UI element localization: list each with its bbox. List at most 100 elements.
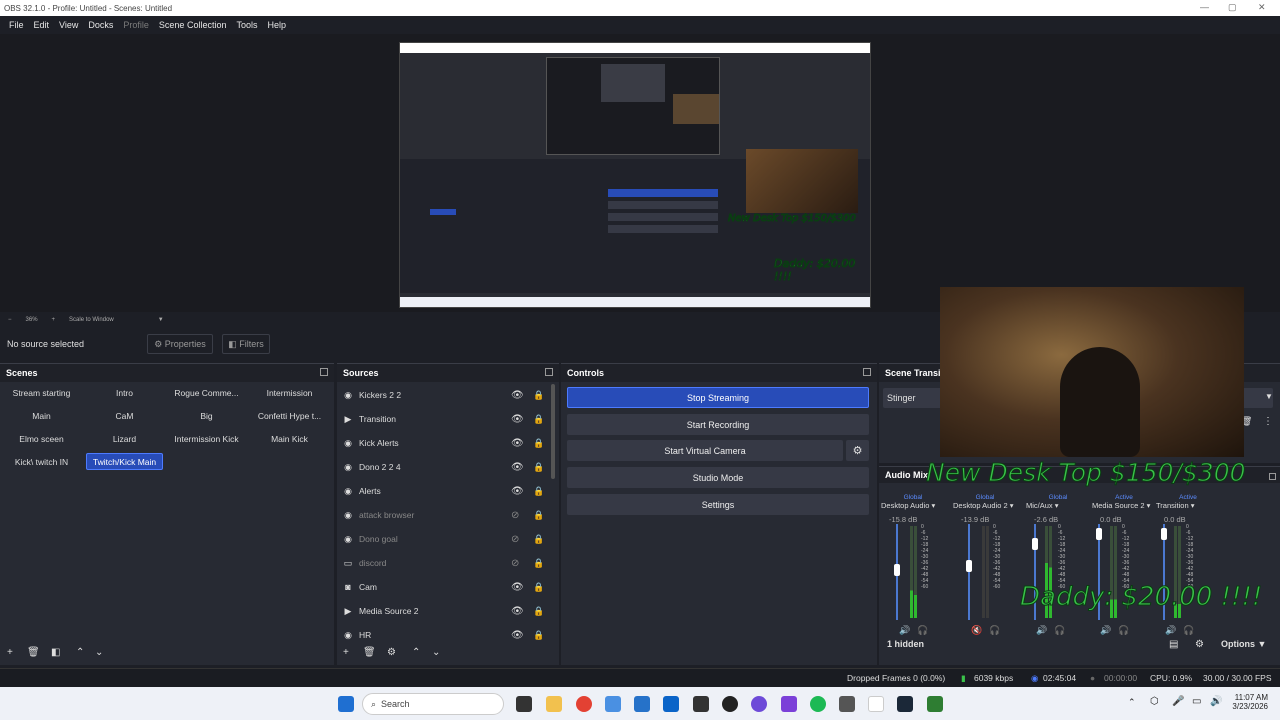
scene-item[interactable]: Intermission (251, 384, 328, 401)
trash-icon[interactable]: 🗑 (27, 647, 40, 658)
taskbar-search[interactable]: ⌕ Search (362, 693, 504, 715)
eye-icon[interactable]: 👁 (511, 414, 524, 425)
app-icon[interactable] (722, 696, 738, 712)
headphones-icon[interactable]: 🎧 (1183, 625, 1194, 636)
lock-icon[interactable]: 🔒 (533, 558, 544, 569)
eye-icon[interactable]: 👁 (511, 486, 524, 497)
obs-icon[interactable] (693, 696, 709, 712)
move-down-icon[interactable]: ⌄ (95, 647, 103, 658)
filters-button[interactable]: ◧ Filters (222, 334, 270, 354)
scene-item[interactable]: Intermission Kick (168, 430, 245, 447)
tray-icon[interactable]: ⬡ (1150, 696, 1159, 707)
studio-mode-button[interactable]: Studio Mode (567, 467, 869, 488)
scene-item[interactable]: Confetti Hype t... (251, 407, 328, 424)
mixer-options-button[interactable]: Options ▼ (1221, 639, 1266, 649)
program-preview[interactable]: New Desk Top $150/$300 Daddy: $20.00 !!!… (399, 42, 871, 308)
volume-icon[interactable]: 🔊 (1210, 696, 1222, 707)
menu-tools[interactable]: Tools (231, 20, 262, 30)
eye-icon[interactable]: 👁 (511, 462, 524, 473)
eye-icon[interactable]: 👁 (511, 630, 524, 641)
chevron-up-icon[interactable]: ⌃ (1128, 697, 1136, 708)
display-icon[interactable]: ▭ (1192, 696, 1201, 707)
add-icon[interactable]: + (343, 647, 349, 658)
source-item[interactable]: ◉ Kick Alerts 👁 🔒 (341, 432, 551, 454)
app-icon[interactable] (927, 696, 943, 712)
eye-hidden-icon[interactable]: ⊘ (511, 558, 519, 569)
more-options-icon[interactable]: ⋮ (1263, 416, 1273, 427)
eye-hidden-icon[interactable]: ⊘ (511, 510, 519, 521)
app-icon[interactable] (751, 696, 767, 712)
menu-edit[interactable]: Edit (29, 20, 55, 30)
undock-icon[interactable] (320, 368, 328, 376)
move-down-icon[interactable]: ⌄ (432, 647, 440, 658)
lock-icon[interactable]: 🔒 (533, 630, 544, 641)
scene-item[interactable]: Big (168, 407, 245, 424)
headphones-icon[interactable]: 🎧 (1054, 625, 1065, 636)
microphone-icon[interactable]: 🎤 (1172, 696, 1184, 707)
sources-scrollbar[interactable] (551, 384, 555, 479)
eye-icon[interactable]: 👁 (511, 582, 524, 593)
menu-file[interactable]: File (4, 20, 29, 30)
lock-icon[interactable]: 🔒 (533, 606, 544, 617)
chrome-icon[interactable] (576, 696, 592, 712)
fader-knob[interactable] (966, 560, 972, 572)
source-item[interactable]: ◉ Kickers 2 2 👁 🔒 (341, 384, 551, 406)
trash-icon[interactable]: 🗑 (363, 647, 376, 658)
start-recording-button[interactable]: Start Recording (567, 414, 869, 435)
lock-icon[interactable]: 🔒 (533, 486, 544, 497)
minimize-icon[interactable]: — (1200, 2, 1209, 12)
properties-button[interactable]: ⚙ Properties (147, 334, 213, 354)
filter-icon[interactable]: ◧ (51, 647, 60, 658)
app-icon[interactable] (839, 696, 855, 712)
copilot-icon[interactable] (605, 696, 621, 712)
lock-icon[interactable]: 🔒 (533, 462, 544, 473)
zoom-in-button[interactable]: + (52, 317, 56, 323)
scene-item[interactable]: Main (3, 407, 80, 424)
move-up-icon[interactable]: ⌃ (76, 647, 84, 658)
source-item[interactable]: ◉ Dono 2 2 4 👁 🔒 (341, 456, 551, 478)
speaker-icon[interactable]: 🔊 (1165, 625, 1176, 636)
spotify-icon[interactable] (810, 696, 826, 712)
speaker-icon[interactable]: 🔊 (1036, 625, 1047, 636)
source-item[interactable]: ◉ Dono goal ⊘ 🔒 (341, 528, 551, 550)
zoom-out-button[interactable]: − (8, 317, 12, 323)
app-icon[interactable] (868, 696, 884, 712)
move-up-icon[interactable]: ⌃ (412, 647, 420, 658)
scene-item[interactable]: Lizard (86, 430, 163, 447)
source-item[interactable]: ▶ Transition 👁 🔒 (341, 408, 551, 430)
channel-name[interactable]: Desktop Audio 2 ▾ (953, 501, 1017, 510)
volume-fader[interactable] (968, 524, 970, 620)
undock-icon[interactable] (1269, 473, 1276, 480)
speaker-icon[interactable]: 🔊 (899, 625, 910, 636)
menu-profile[interactable]: Profile (118, 20, 154, 30)
channel-name[interactable]: Media Source 2 ▾ (1092, 501, 1156, 510)
chevron-down-icon[interactable]: ▼ (158, 317, 164, 323)
menu-help[interactable]: Help (262, 20, 291, 30)
steam-icon[interactable] (897, 696, 913, 712)
scene-item[interactable]: Elmo sceen (3, 430, 80, 447)
scene-item-active[interactable]: Twitch/Kick Main (86, 453, 163, 470)
file-explorer-icon[interactable] (546, 696, 562, 712)
scale-mode-select[interactable]: Scale to Window (69, 317, 114, 323)
maximize-icon[interactable]: ▢ (1228, 2, 1237, 13)
virtual-camera-settings-gear-icon[interactable]: ⚙ (846, 440, 869, 461)
speaker-icon[interactable]: 🔊 (1100, 625, 1111, 636)
lock-icon[interactable]: 🔒 (533, 534, 544, 545)
store-icon[interactable] (634, 696, 650, 712)
channel-name[interactable]: Transition ▾ (1156, 501, 1220, 510)
scene-item[interactable]: Kick\ twitch IN (3, 453, 80, 470)
source-item[interactable]: ▭ discord ⊘ 🔒 (341, 552, 551, 574)
clock[interactable]: 11:07 AM 3/23/2026 (1228, 693, 1268, 711)
app-icon[interactable] (781, 696, 797, 712)
chevron-down-icon[interactable]: ▼ (1265, 392, 1273, 401)
menu-view[interactable]: View (54, 20, 83, 30)
add-icon[interactable]: + (7, 647, 13, 658)
outlook-icon[interactable] (663, 696, 679, 712)
channel-name[interactable]: Mic/Aux ▾ (1026, 501, 1090, 510)
source-item[interactable]: ◉ HR 👁 🔒 (341, 624, 551, 646)
eye-icon[interactable]: 👁 (511, 390, 524, 401)
fader-knob[interactable] (1032, 538, 1038, 550)
lock-icon[interactable]: 🔒 (533, 510, 544, 521)
undock-icon[interactable] (545, 368, 553, 376)
headphones-icon[interactable]: 🎧 (1118, 625, 1129, 636)
